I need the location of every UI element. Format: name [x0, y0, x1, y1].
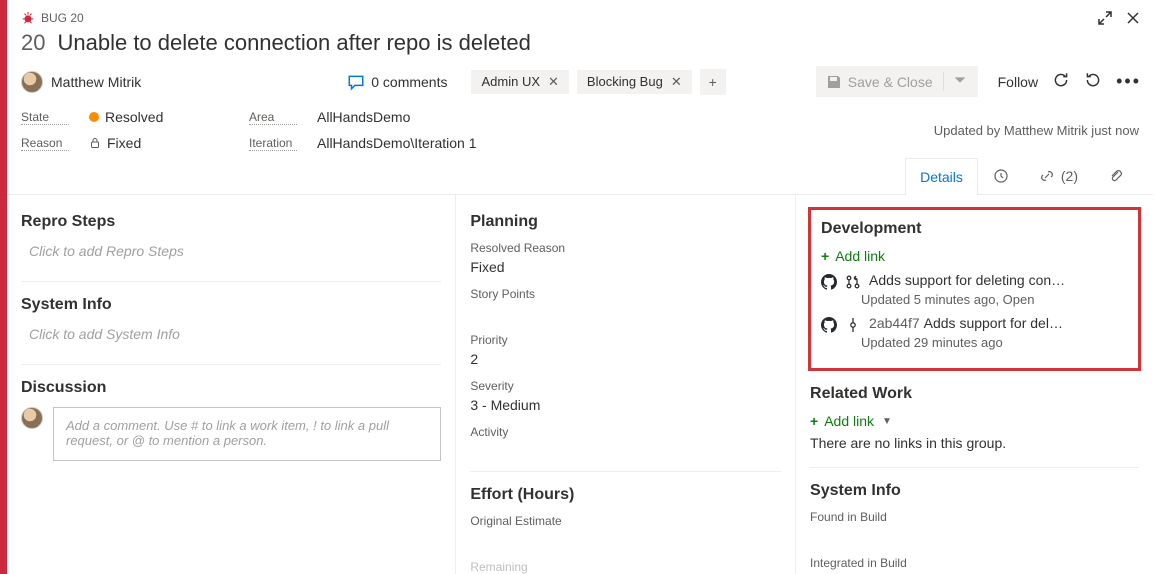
- chevron-down-icon[interactable]: [943, 72, 968, 91]
- activity-label: Activity: [470, 425, 781, 439]
- divider: [21, 281, 441, 282]
- current-user-avatar: [21, 407, 43, 429]
- history-icon: [993, 168, 1009, 184]
- found-in-build-value[interactable]: [810, 528, 1139, 544]
- repro-steps-title: Repro Steps: [21, 213, 441, 231]
- commit-icon: [845, 317, 861, 333]
- area-label: Area: [249, 110, 297, 125]
- resolved-reason-label: Resolved Reason: [470, 241, 781, 255]
- dev-link-commit[interactable]: 2ab44f7Adds support for deleting ...: [821, 315, 1128, 333]
- assignee-name[interactable]: Matthew Mitrik: [51, 74, 141, 90]
- maximize-icon[interactable]: [1097, 10, 1113, 26]
- discussion-title: Discussion: [21, 379, 441, 397]
- iteration-label: Iteration: [249, 136, 297, 151]
- dev-link-pr[interactable]: Adds support for deleting connecti...: [821, 272, 1128, 290]
- comments-count[interactable]: 0 comments: [347, 73, 447, 91]
- priority-label: Priority: [470, 333, 781, 347]
- save-close-button: Save & Close: [816, 66, 978, 97]
- follow-button[interactable]: Follow: [992, 74, 1038, 90]
- bug-icon: [21, 11, 35, 25]
- sysinfo-side-title: System Info: [810, 482, 1139, 500]
- area-value[interactable]: AllHandsDemo: [317, 109, 437, 125]
- comment-input[interactable]: Add a comment. Use # to link a work item…: [53, 407, 441, 461]
- comment-icon: [347, 73, 365, 91]
- add-dev-link-button[interactable]: +Add link: [821, 248, 1128, 264]
- priority-value[interactable]: 2: [470, 351, 781, 367]
- original-estimate-label: Original Estimate: [470, 514, 781, 528]
- planning-title: Planning: [470, 213, 781, 231]
- state-value[interactable]: Resolved: [89, 109, 209, 125]
- activity-value[interactable]: [470, 443, 781, 459]
- remaining-label: Remaining: [470, 560, 781, 574]
- github-icon: [821, 274, 837, 290]
- severity-label: Severity: [470, 379, 781, 393]
- add-related-link-button[interactable]: +Add link▼: [810, 413, 1139, 429]
- reason-value[interactable]: Fixed: [89, 135, 209, 151]
- revert-button[interactable]: [1084, 71, 1102, 92]
- link-icon: [1039, 168, 1055, 184]
- work-item-id: 20: [21, 30, 45, 56]
- story-points-label: Story Points: [470, 287, 781, 301]
- divider: [21, 364, 441, 365]
- attachment-icon: [1108, 168, 1124, 184]
- story-points-value[interactable]: [470, 305, 781, 321]
- divider: [470, 471, 781, 472]
- integrated-in-build-label: Integrated in Build: [810, 556, 1139, 570]
- state-dot-icon: [89, 112, 99, 122]
- divider: [810, 467, 1139, 468]
- tab-links[interactable]: (2): [1024, 157, 1093, 194]
- tag-admin-ux[interactable]: Admin UX ✕: [471, 70, 568, 94]
- found-in-build-label: Found in Build: [810, 510, 1139, 524]
- tab-details[interactable]: Details: [905, 158, 978, 195]
- plus-icon: +: [821, 248, 829, 264]
- refresh-button[interactable]: [1052, 71, 1070, 92]
- tag-remove-icon[interactable]: ✕: [548, 74, 559, 90]
- tab-history[interactable]: [978, 157, 1024, 194]
- chevron-down-icon: ▼: [882, 416, 892, 427]
- github-icon: [821, 317, 837, 333]
- lock-icon: [89, 137, 101, 149]
- iteration-value[interactable]: AllHandsDemo\Iteration 1: [317, 135, 477, 151]
- dev-link-commit-meta: Updated 29 minutes ago: [861, 335, 1128, 350]
- resolved-reason-value[interactable]: Fixed: [470, 259, 781, 275]
- sysinfo-input[interactable]: Click to add System Info: [21, 324, 441, 358]
- original-estimate-value[interactable]: [470, 532, 781, 548]
- related-work-title: Related Work: [810, 385, 1139, 403]
- severity-value[interactable]: 3 - Medium: [470, 397, 781, 413]
- tag-blocking-bug[interactable]: Blocking Bug ✕: [577, 70, 692, 94]
- related-empty-text: There are no links in this group.: [810, 435, 1139, 451]
- close-icon[interactable]: [1125, 10, 1141, 26]
- accent-bar: [0, 0, 7, 574]
- development-section-highlight: Development +Add link Adds support for d…: [808, 207, 1141, 371]
- repro-steps-input[interactable]: Click to add Repro Steps: [21, 241, 441, 275]
- work-item-title[interactable]: Unable to delete connection after repo i…: [57, 30, 530, 56]
- effort-title: Effort (Hours): [470, 486, 781, 504]
- tag-remove-icon[interactable]: ✕: [671, 74, 682, 90]
- pull-request-icon: [845, 274, 861, 290]
- add-tag-button[interactable]: +: [700, 69, 726, 95]
- work-item-type-label: BUG 20: [41, 11, 84, 25]
- dev-link-pr-meta: Updated 5 minutes ago, Open: [861, 292, 1128, 307]
- more-actions-button[interactable]: •••: [1116, 71, 1141, 92]
- assignee-avatar[interactable]: [21, 71, 43, 93]
- tab-attachments[interactable]: [1093, 157, 1139, 194]
- reason-label: Reason: [21, 136, 69, 151]
- state-label: State: [21, 110, 69, 125]
- updated-by-text: Updated by Matthew Mitrik just now: [934, 119, 1153, 138]
- work-item-type: BUG 20: [21, 11, 84, 25]
- sysinfo-title: System Info: [21, 296, 441, 314]
- plus-icon: +: [810, 413, 818, 429]
- development-title: Development: [821, 220, 1128, 238]
- save-icon: [826, 74, 842, 90]
